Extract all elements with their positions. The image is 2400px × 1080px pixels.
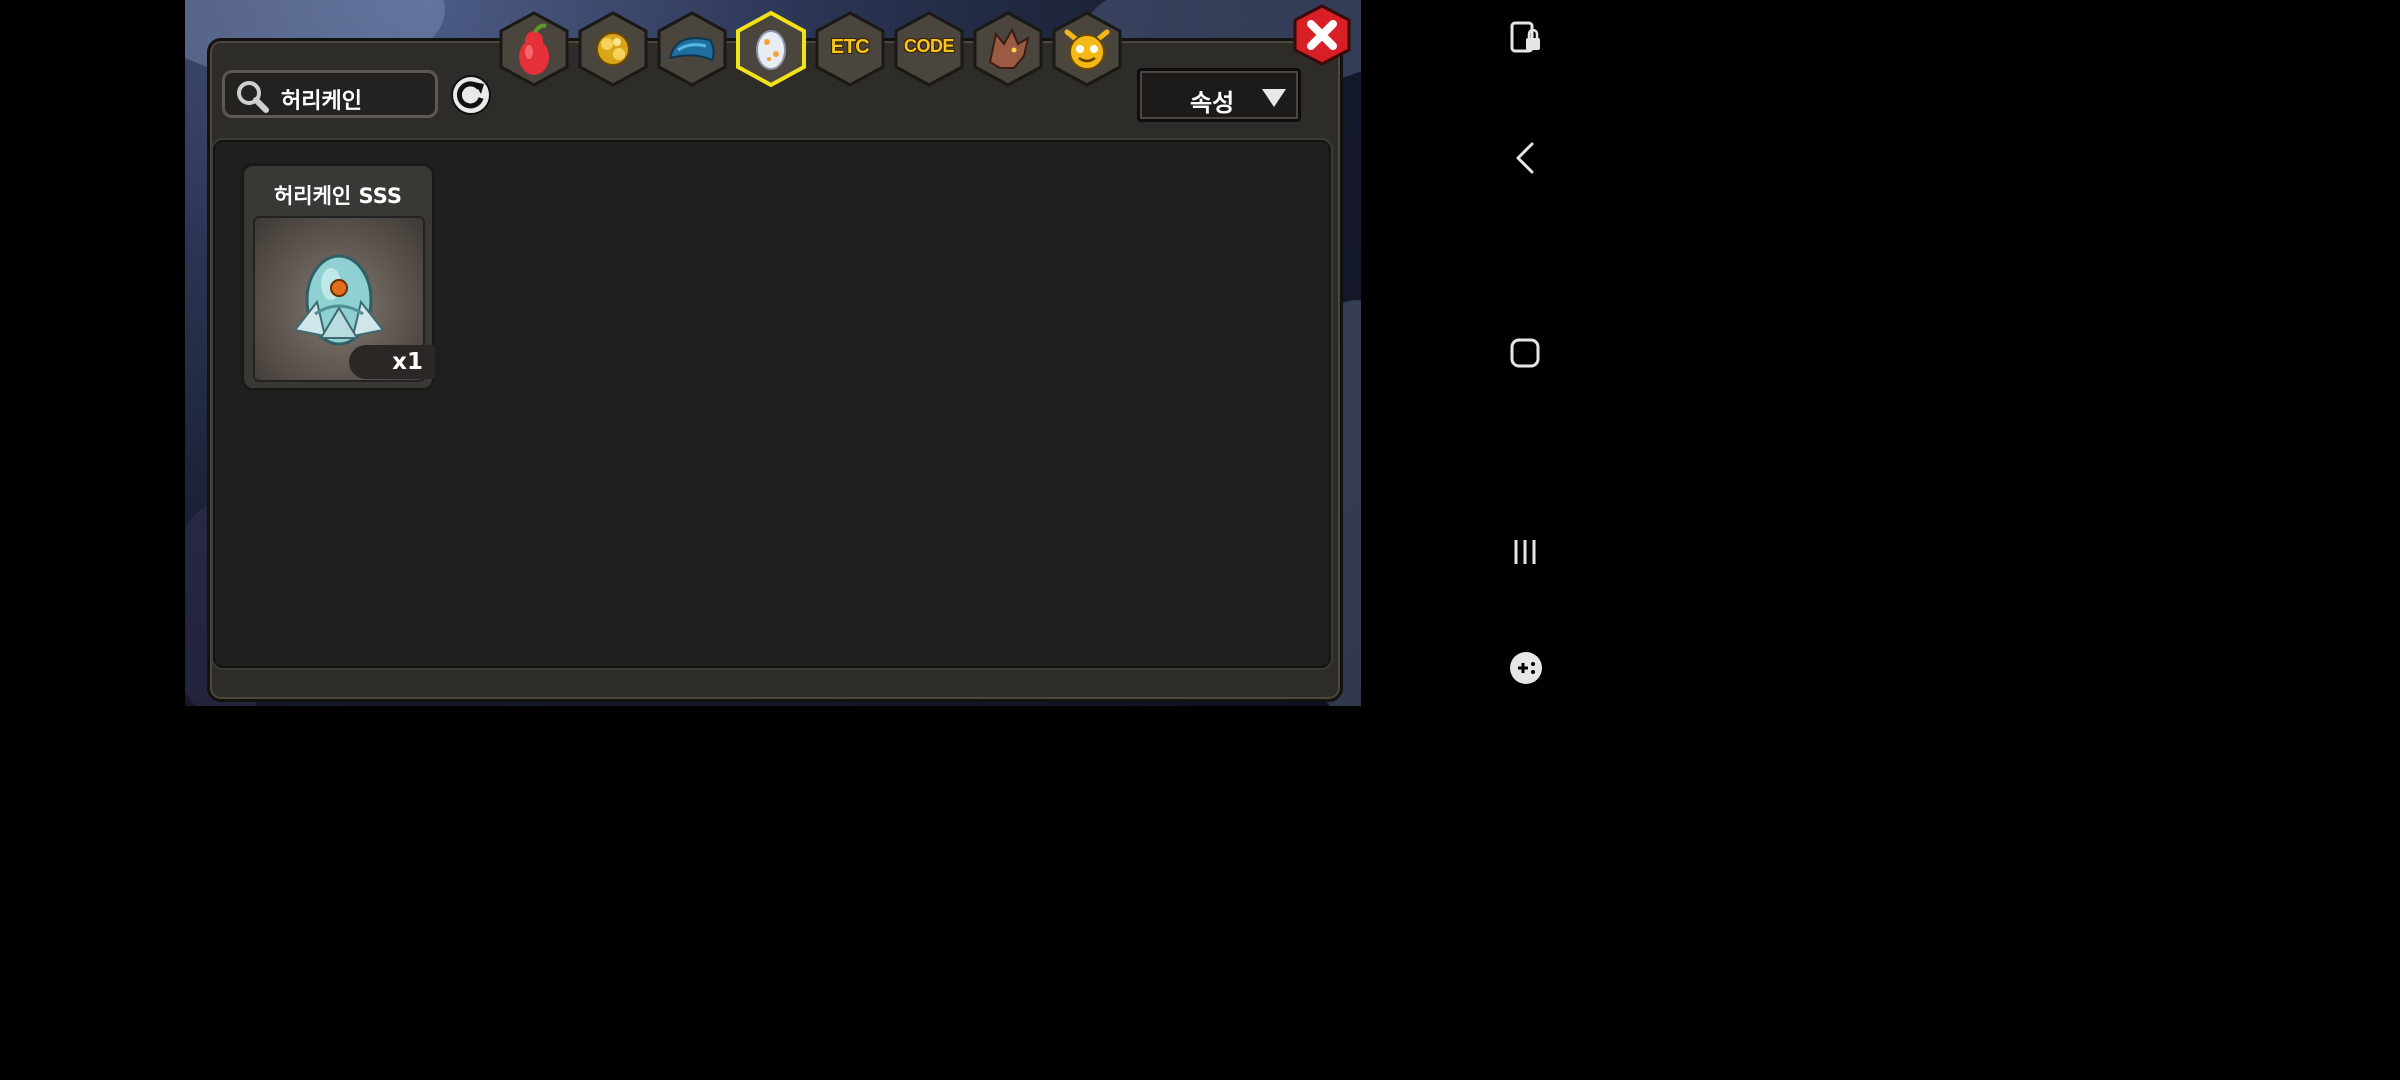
back-icon[interactable] <box>1508 140 1544 176</box>
tab-dragon[interactable] <box>972 10 1044 88</box>
search-input[interactable]: 허리케인 <box>281 83 362 115</box>
screen-lock-icon[interactable] <box>1508 20 1544 56</box>
tab-fruit[interactable] <box>498 10 570 88</box>
item-quantity-badge: x1 <box>349 345 435 379</box>
search-field[interactable]: 허리케인 <box>222 70 438 118</box>
sort-dropdown[interactable]: 속성 <box>1137 68 1301 122</box>
system-nav-bar <box>1490 0 1568 706</box>
game-tools-icon[interactable] <box>1508 650 1544 686</box>
tab-code[interactable]: CODE <box>893 10 965 88</box>
item-quantity: x1 <box>392 349 423 375</box>
sort-label: 속성 <box>1190 89 1235 117</box>
dropdown-triangle-icon <box>1262 89 1286 107</box>
refresh-icon[interactable] <box>450 74 492 116</box>
search-icon <box>237 81 269 113</box>
item-card[interactable]: 허리케인 SSS x1 <box>241 163 435 391</box>
tab-monster[interactable] <box>1051 10 1123 88</box>
tab-code-label: CODE <box>903 36 955 56</box>
close-button[interactable] <box>1292 4 1352 66</box>
tab-etc[interactable]: ETC <box>814 10 886 88</box>
item-name: 허리케인 SSS <box>273 184 403 208</box>
recent-apps-icon[interactable] <box>1508 534 1544 570</box>
tab-scale[interactable] <box>656 10 728 88</box>
tab-gold[interactable] <box>577 10 649 88</box>
home-icon[interactable] <box>1508 336 1544 372</box>
tab-egg[interactable] <box>735 10 807 88</box>
category-tabs: ETC CODE <box>498 10 1128 96</box>
gold-icon <box>596 32 630 66</box>
egg-icon <box>756 30 786 70</box>
tab-etc-label: ETC <box>830 36 870 58</box>
